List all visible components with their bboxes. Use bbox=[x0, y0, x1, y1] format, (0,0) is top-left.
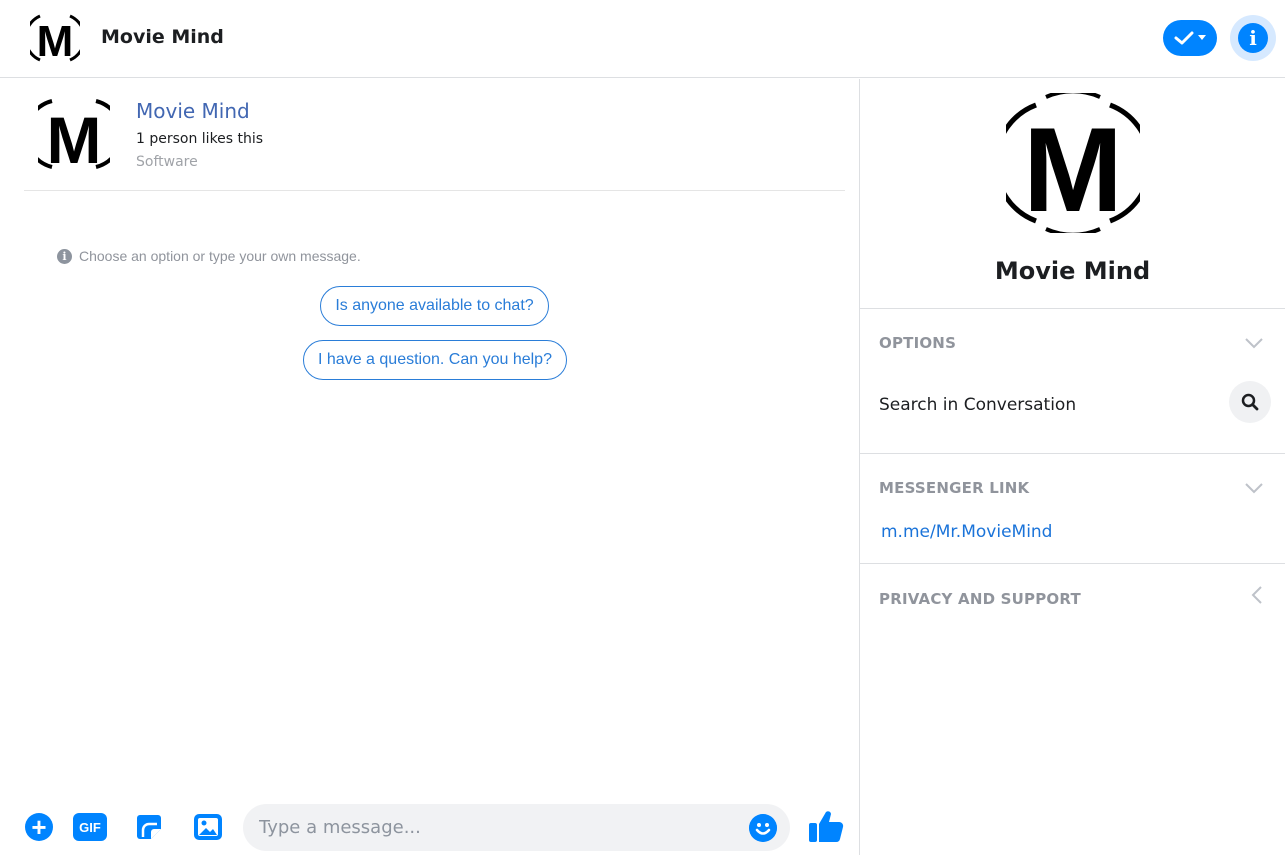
search-icon bbox=[1241, 393, 1259, 411]
checkmark-icon bbox=[1174, 31, 1194, 45]
privacy-support-title[interactable]: PRIVACY AND SUPPORT bbox=[879, 590, 1081, 608]
info-panel: M Movie Mind OPTIONS Search in Conversat… bbox=[860, 79, 1285, 855]
hint-text: Choose an option or type your own messag… bbox=[79, 248, 361, 264]
top-title: Movie Mind bbox=[101, 26, 224, 48]
top-bar: M Movie Mind i bbox=[0, 0, 1285, 78]
separator bbox=[860, 453, 1285, 454]
message-input[interactable] bbox=[259, 804, 739, 851]
chevron-down-icon[interactable] bbox=[1245, 482, 1263, 494]
page-header: M Movie Mind 1 person likes this Softwar… bbox=[24, 79, 845, 191]
messenger-link-title[interactable]: MESSENGER LINK bbox=[879, 479, 1029, 497]
gif-icon[interactable]: GIF bbox=[73, 813, 107, 841]
message-input-wrap bbox=[243, 804, 790, 851]
svg-text:M: M bbox=[1023, 103, 1123, 233]
options-title[interactable]: OPTIONS bbox=[879, 334, 956, 352]
photo-icon[interactable] bbox=[193, 813, 223, 841]
search-button[interactable] bbox=[1229, 381, 1271, 423]
info-icon: i bbox=[1238, 23, 1268, 53]
quick-reply-available[interactable]: Is anyone available to chat? bbox=[320, 286, 549, 326]
page-logo[interactable]: M bbox=[38, 93, 110, 175]
chat-hint: i Choose an option or type your own mess… bbox=[57, 248, 361, 264]
svg-text:M: M bbox=[47, 103, 102, 175]
emoji-icon[interactable] bbox=[749, 814, 777, 842]
chevron-down-icon[interactable] bbox=[1245, 337, 1263, 349]
separator bbox=[860, 563, 1285, 564]
composer: + GIF bbox=[0, 799, 859, 855]
svg-text:M: M bbox=[37, 17, 74, 64]
sticker-icon[interactable] bbox=[135, 813, 163, 841]
search-in-conversation[interactable]: Search in Conversation bbox=[879, 395, 1076, 415]
page-category: Software bbox=[136, 154, 198, 170]
info-button[interactable]: i bbox=[1230, 15, 1276, 61]
page-name[interactable]: Movie Mind bbox=[136, 99, 250, 123]
quick-reply-question[interactable]: I have a question. Can you help? bbox=[303, 340, 567, 380]
chat-area: M Movie Mind 1 person likes this Softwar… bbox=[0, 79, 859, 855]
caret-down-icon bbox=[1198, 35, 1206, 40]
messenger-link[interactable]: m.me/Mr.MovieMind bbox=[881, 522, 1052, 542]
panel-logo: M bbox=[1006, 93, 1140, 233]
plus-icon[interactable]: + bbox=[25, 813, 53, 841]
chevron-left-icon[interactable] bbox=[1251, 586, 1263, 604]
status-button[interactable] bbox=[1163, 20, 1217, 56]
page-likes: 1 person likes this bbox=[136, 131, 264, 147]
thumbs-up-icon[interactable] bbox=[808, 809, 844, 843]
movie-mind-logo: M bbox=[30, 14, 80, 64]
info-small-icon: i bbox=[57, 248, 72, 264]
panel-title: Movie Mind bbox=[994, 257, 1151, 285]
separator bbox=[860, 308, 1285, 309]
